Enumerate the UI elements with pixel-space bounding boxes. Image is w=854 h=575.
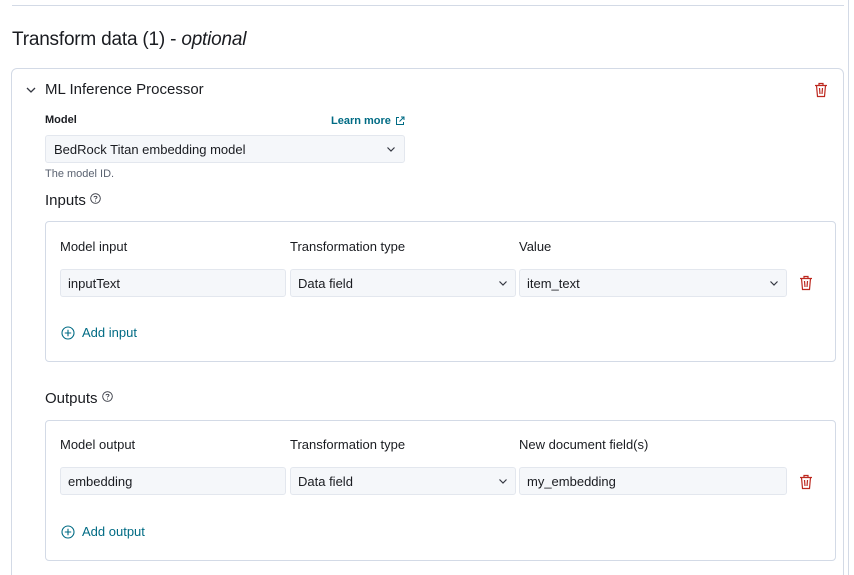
chevron-down-icon	[387, 147, 395, 152]
model-input-field[interactable]: inputText	[60, 269, 286, 297]
section-title: Transform data (1) - optional	[12, 29, 246, 51]
output-transformation-type-select[interactable]: Data field	[290, 467, 516, 495]
model-help-text: The model ID.	[45, 168, 115, 180]
learn-more-link[interactable]: Learn more	[331, 115, 405, 127]
inputs-col-transformation-type: Transformation type	[290, 239, 406, 254]
chevron-down-icon	[770, 281, 778, 286]
input-transformation-type-value: Data field	[298, 275, 353, 291]
question-circle-icon[interactable]	[101, 391, 113, 402]
right-divider	[848, 0, 849, 575]
trash-icon[interactable]	[814, 82, 828, 98]
inputs-col-value: Value	[519, 239, 552, 254]
learn-more-text: Learn more	[331, 115, 391, 127]
outputs-col-transformation-type: Transformation type	[290, 437, 406, 452]
outputs-col-new-document-fields: New document field(s)	[519, 437, 649, 452]
section-title-text: Transform data (1)	[12, 29, 166, 50]
model-select-value: BedRock Titan embedding model	[54, 141, 246, 157]
plus-circle-icon	[61, 325, 75, 340]
add-input-button[interactable]: Add input	[61, 325, 137, 340]
processor-title[interactable]: ML Inference Processor	[45, 81, 204, 98]
add-output-button[interactable]: Add output	[61, 524, 145, 539]
chevron-down-icon[interactable]	[25, 84, 37, 96]
external-link-icon	[395, 116, 405, 125]
section-title-separator: -	[165, 29, 182, 50]
outputs-title: Outputs	[45, 390, 113, 407]
chevron-down-icon	[499, 479, 507, 484]
plus-circle-icon	[61, 524, 75, 539]
inputs-title: Inputs	[45, 192, 101, 209]
new-document-field-input[interactable]: my_embedding	[519, 467, 787, 495]
model-select[interactable]: BedRock Titan embedding model	[45, 135, 405, 163]
trash-icon[interactable]	[799, 474, 813, 490]
add-input-label: Add input	[82, 325, 137, 340]
input-transformation-type-select[interactable]: Data field	[290, 269, 516, 297]
add-output-label: Add output	[82, 524, 145, 539]
outputs-title-text: Outputs	[45, 390, 98, 407]
output-transformation-type-value: Data field	[298, 473, 353, 489]
input-value-text: item_text	[527, 275, 580, 291]
section-optional-label: optional	[181, 29, 247, 50]
model-output-field[interactable]: embedding	[60, 467, 286, 495]
inputs-title-text: Inputs	[45, 192, 86, 209]
input-value-select[interactable]: item_text	[519, 269, 787, 297]
top-divider	[12, 5, 844, 6]
question-circle-icon[interactable]	[90, 193, 101, 204]
chevron-down-icon	[499, 281, 507, 286]
model-label: Model	[45, 114, 77, 126]
outputs-col-model-output: Model output	[60, 437, 136, 452]
trash-icon[interactable]	[799, 275, 813, 291]
inputs-col-model-input: Model input	[60, 239, 128, 254]
